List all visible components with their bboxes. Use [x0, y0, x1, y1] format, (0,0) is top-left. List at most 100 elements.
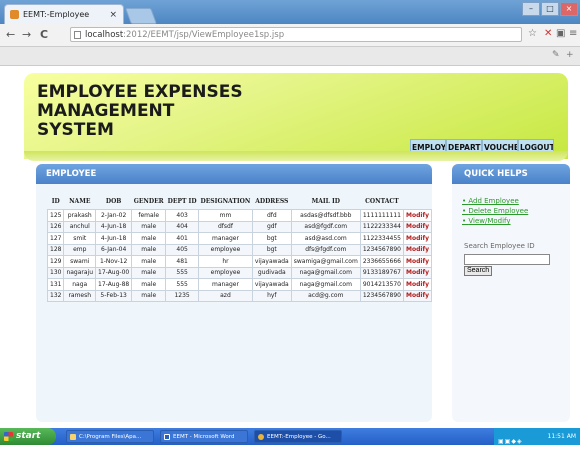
start-label: start: [16, 431, 41, 441]
bookmark-bar: ✎ +: [0, 47, 580, 66]
cell-gender: male: [131, 220, 167, 233]
header-bottom-band: [24, 151, 568, 161]
employee-panel: EMPLOYEE ID NAME DOB GENDER DEPT ID DESI…: [36, 164, 432, 422]
cell-dob: 5-Feb-13: [95, 289, 133, 302]
link-add-employee[interactable]: Add Employee: [462, 196, 528, 206]
col-id: ID: [51, 198, 60, 205]
cell-name: smit: [63, 232, 97, 245]
tab-title: EEMT:-Employee: [23, 10, 90, 19]
cell-mail-id: asd@fgdf.com: [290, 220, 361, 233]
window-controls: – □ ×: [522, 2, 578, 16]
cell-dob: 4-Jun-18: [95, 220, 133, 233]
cell-id: 129: [46, 255, 65, 268]
browser-tab[interactable]: EEMT:-Employee ×: [4, 4, 124, 24]
close-window-button[interactable]: ×: [560, 2, 578, 16]
browser-tab-bar: EEMT:-Employee × – □ ×: [0, 0, 580, 24]
site-title-line2: SYSTEM: [37, 120, 114, 140]
search-button[interactable]: Search: [464, 266, 493, 276]
modify-link[interactable]: Modify: [403, 255, 432, 268]
task-word-label: EEMT - Microsoft Word: [173, 434, 235, 440]
menu-icon[interactable]: ≡: [569, 28, 577, 39]
reload-icon[interactable]: C: [40, 28, 48, 41]
cell-designation: dfsdf: [198, 220, 253, 233]
quick-helps-title: QUICK HELPS: [452, 164, 570, 184]
cell-dept-id: 1235: [165, 289, 200, 302]
cell-dob: 1-Nov-12: [95, 255, 133, 268]
maximize-button[interactable]: □: [541, 2, 559, 16]
modify-link[interactable]: Modify: [403, 209, 432, 222]
back-icon[interactable]: ←: [6, 28, 15, 41]
task-apache[interactable]: C:\Program Files\Apa...: [66, 430, 154, 443]
cell-id: 132: [46, 289, 65, 302]
cell-address: dfd: [251, 209, 292, 222]
cell-id: 125: [46, 209, 65, 222]
modify-link[interactable]: Modify: [403, 232, 432, 245]
modify-link[interactable]: Modify: [403, 266, 432, 279]
cell-name: ramesh: [63, 289, 97, 302]
cell-gender: male: [131, 255, 167, 268]
new-tab-button[interactable]: [125, 8, 157, 24]
modify-link[interactable]: Modify: [403, 220, 432, 233]
task-chrome[interactable]: EEMT:-Employee - Go...: [254, 430, 342, 443]
extension-icon[interactable]: ✕: [544, 28, 552, 39]
cell-designation: manager: [198, 232, 253, 245]
forward-icon[interactable]: →: [22, 28, 31, 41]
employee-table: ID NAME DOB GENDER DEPT ID DESIGNATION A…: [46, 194, 432, 302]
browser-toolbar: ← → C localhost:2012/EEMT/jsp/ViewEmploy…: [0, 24, 580, 47]
cell-gender: male: [131, 278, 167, 291]
col-name: NAME: [69, 198, 91, 205]
cell-designation: mm: [198, 209, 253, 222]
tray-icons[interactable]: ▣▣◆◈: [498, 433, 523, 450]
minimize-button[interactable]: –: [522, 2, 540, 16]
col-dob: DOB: [105, 198, 122, 205]
cell-gender: male: [131, 243, 167, 256]
modify-link[interactable]: Modify: [403, 243, 432, 256]
cell-contact: 1234567890: [359, 243, 405, 256]
col-designation: DESIGNATION: [200, 198, 251, 205]
cell-address: vijayawada: [251, 255, 292, 268]
cell-mail-id: swamiga@gmail.com: [290, 255, 361, 268]
cell-id: 127: [46, 232, 65, 245]
start-button[interactable]: start: [0, 428, 56, 445]
cell-dept-id: 481: [165, 255, 200, 268]
cell-designation: azd: [198, 289, 253, 302]
cell-designation: manager: [198, 278, 253, 291]
table-row: 129 swami 1-Nov-12 male 481 hr vijayawada swami…: [46, 255, 432, 268]
cell-mail-id: acd@g.com: [290, 289, 361, 302]
cell-id: 130: [46, 266, 65, 279]
table-row: 126 anchul 4-Jun-18 male 404 dfsdf gdf asd@fgdf…: [46, 220, 432, 233]
page-icon: [74, 31, 81, 39]
word-icon: [164, 434, 170, 440]
cell-id: 131: [46, 278, 65, 291]
extension2-icon[interactable]: ▣: [556, 28, 565, 39]
cell-dept-id: 404: [165, 220, 200, 233]
task-word[interactable]: EEMT - Microsoft Word: [160, 430, 248, 443]
cell-dob: 17-Aug-00: [95, 266, 133, 279]
cell-mail-id: dfs@fgdf.com: [290, 243, 361, 256]
cell-dept-id: 405: [165, 243, 200, 256]
star-icon[interactable]: ☆: [528, 28, 537, 39]
modify-link[interactable]: Modify: [403, 278, 432, 291]
url-host: localhost: [85, 30, 124, 40]
windows-flag-icon: [4, 432, 13, 441]
link-view-modify[interactable]: View/Modify: [462, 216, 528, 226]
cell-id: 128: [46, 243, 65, 256]
tab-close-icon[interactable]: ×: [109, 5, 117, 25]
col-contact: CONTACT: [365, 198, 399, 205]
cell-mail-id: naga@gmail.com: [290, 278, 361, 291]
search-employee-input[interactable]: [464, 254, 550, 265]
cell-dob: 4-Jun-18: [95, 232, 133, 245]
cell-dob: 17-Aug-88: [95, 278, 133, 291]
cell-name: prakash: [63, 209, 97, 222]
col-address: ADDRESS: [255, 198, 289, 205]
cell-name: nagaraju: [63, 266, 97, 279]
wrench-icon[interactable]: ✎: [552, 50, 560, 60]
site-title: EMPLOYEE EXPENSES MANAGEMENT SYSTEM: [37, 83, 327, 140]
link-delete-employee[interactable]: Delete Employee: [462, 206, 528, 216]
modify-link[interactable]: Modify: [403, 289, 432, 302]
plus-icon[interactable]: +: [566, 50, 574, 60]
cell-dob: 2-Jan-02: [95, 209, 133, 222]
address-bar[interactable]: localhost:2012/EEMT/jsp/ViewEmployee1sp.…: [70, 27, 522, 42]
cell-address: vijayawada: [251, 278, 292, 291]
cell-id: 126: [46, 220, 65, 233]
